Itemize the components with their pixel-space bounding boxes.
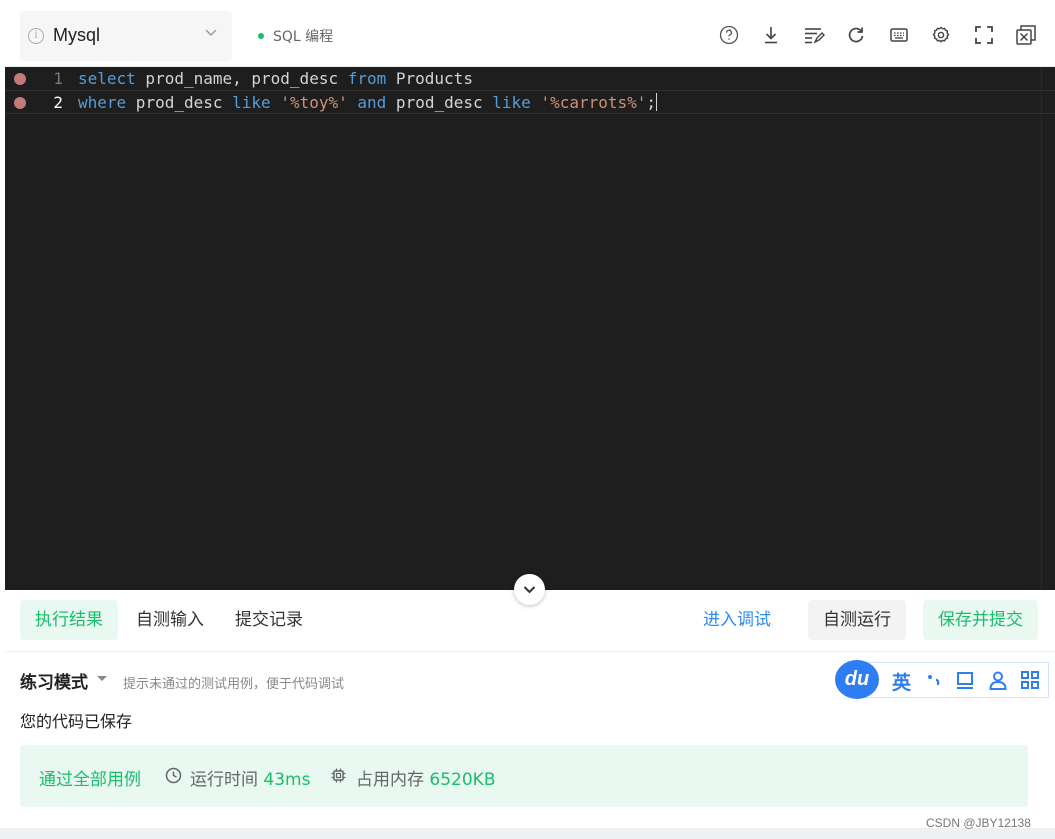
keyword-token: like (492, 93, 531, 112)
punctuation-icon[interactable] (924, 670, 944, 690)
code-saved-message: 您的代码已保存 (20, 712, 133, 731)
keyword-token: select (78, 69, 136, 88)
enter-debug-button[interactable]: 进入调试 (688, 600, 786, 640)
string-token: '%carrots%' (540, 93, 647, 112)
keyword-token: where (78, 93, 127, 112)
collapse-panel-button[interactable] (514, 574, 545, 605)
clock-icon (165, 767, 182, 784)
ime-toolbar[interactable]: du 英 (835, 660, 1049, 699)
language-select[interactable]: i Mysql (20, 11, 232, 61)
page-root: i Mysql SQL 编程 1 select prod_name, prod_… (0, 0, 1055, 839)
runtime-metric: 运行时间 43ms (190, 765, 310, 790)
runtime-label: 运行时间 (190, 770, 258, 790)
breakpoint-marker[interactable] (14, 73, 26, 85)
caret-down-icon[interactable] (97, 676, 107, 681)
code-editor[interactable]: 1 select prod_name, prod_desc from Produ… (5, 67, 1055, 590)
practice-hint: 提示未通过的测试用例，便于代码调试 (123, 677, 345, 692)
breakpoint-marker[interactable] (14, 97, 26, 109)
pass-status: 通过全部用例 (39, 770, 141, 790)
code-text: select prod_name, prod_desc from Product… (78, 69, 473, 88)
editor-scrollbar[interactable] (1041, 67, 1055, 590)
keyboard-icon[interactable] (887, 23, 911, 47)
line-number: 2 (53, 93, 63, 112)
close-panel-icon[interactable] (1014, 23, 1038, 47)
ime-logo[interactable]: du (835, 660, 879, 699)
tab-execution-result[interactable]: 执行结果 (20, 600, 118, 640)
mode-badge: SQL 编程 (258, 26, 333, 46)
settings-icon[interactable] (929, 23, 953, 47)
status-dot (258, 33, 264, 39)
chip-icon (331, 768, 346, 783)
result-summary: 通过全部用例 运行时间 43ms 占用内存 6520KB (20, 745, 1028, 807)
download-icon[interactable] (759, 23, 783, 47)
text-cursor (656, 93, 658, 111)
code-token: prod_desc (386, 93, 493, 112)
self-test-run-button[interactable]: 自测运行 (808, 600, 906, 640)
string-token: '%toy%' (280, 93, 348, 112)
code-token: prod_name, prod_desc (135, 69, 348, 88)
code-token: Products (386, 69, 473, 88)
mode-badge-label: SQL 编程 (273, 29, 334, 45)
tab-submission-history[interactable]: 提交记录 (220, 600, 318, 640)
chevron-down-icon (523, 586, 536, 594)
memory-label: 占用内存 (356, 770, 424, 790)
watermark: CSDN @JBY12138 (926, 816, 1031, 830)
chevron-down-icon (205, 29, 217, 36)
tab-custom-input[interactable]: 自测输入 (121, 600, 219, 640)
keyword-token: like (232, 93, 271, 112)
practice-mode-dropdown[interactable]: 练习模式 (20, 668, 88, 693)
code-line-active[interactable]: 2 where prod_desc like '%toy%' and prod_… (5, 90, 1055, 114)
help-icon[interactable] (717, 23, 741, 47)
runtime-value: 43ms (263, 770, 311, 790)
skin-icon[interactable] (955, 670, 975, 690)
code-line[interactable]: 1 select prod_name, prod_desc from Produ… (5, 67, 1055, 91)
format-icon[interactable] (802, 23, 826, 47)
memory-metric: 占用内存 6520KB (356, 765, 495, 790)
reset-icon[interactable] (844, 23, 868, 47)
grid-menu-icon[interactable] (1020, 670, 1040, 690)
code-token: prod_desc (126, 93, 233, 112)
save-and-submit-button[interactable]: 保存并提交 (923, 600, 1038, 640)
code-token: ; (646, 93, 657, 112)
line-number: 1 (53, 69, 63, 88)
keyword-token: and (357, 93, 387, 112)
code-text: where prod_desc like '%toy%' and prod_de… (78, 93, 658, 112)
info-icon: i (28, 28, 44, 44)
fullscreen-icon[interactable] (972, 23, 996, 47)
bottom-strip (0, 828, 1055, 839)
memory-value: 6520KB (429, 770, 496, 790)
ime-language-toggle[interactable]: 英 (892, 668, 911, 695)
keyword-token: from (347, 69, 387, 88)
language-select-value: Mysql (53, 25, 101, 45)
editor-toolbar: i Mysql SQL 编程 (5, 5, 1055, 67)
user-icon[interactable] (988, 670, 1008, 690)
